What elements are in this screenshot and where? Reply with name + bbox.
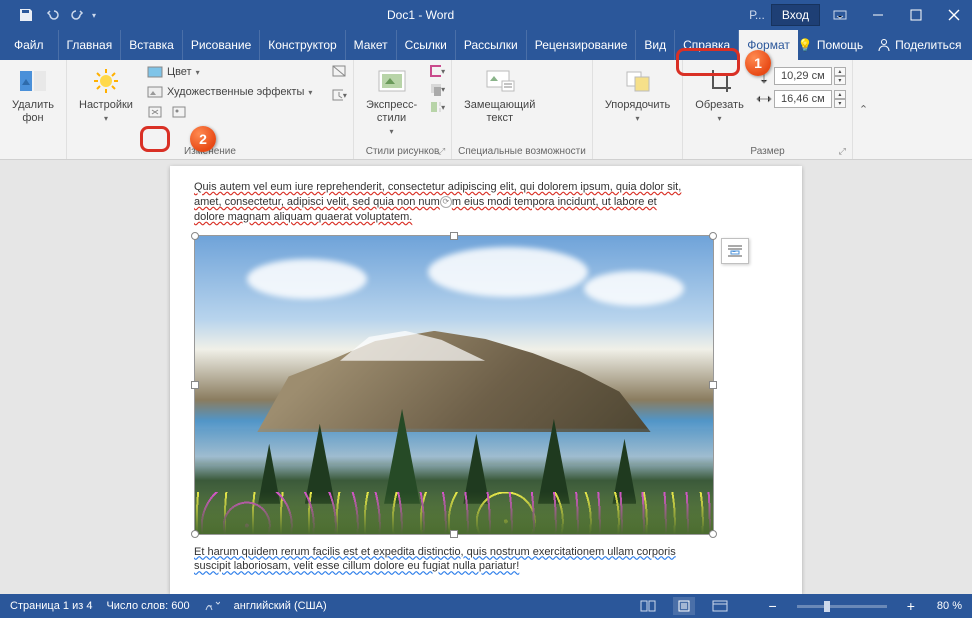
tab-references[interactable]: Ссылки [396, 30, 455, 60]
annotation-box-2 [140, 126, 170, 152]
resize-handle[interactable] [191, 381, 199, 389]
remove-background-button[interactable]: Удалить фон [6, 63, 60, 127]
remove-bg-icon [17, 65, 49, 97]
picture-border-icon[interactable]: ▾ [429, 63, 445, 79]
rotate-handle-icon[interactable]: ⟳ [440, 196, 452, 208]
zoom-slider[interactable] [797, 605, 887, 608]
collapse-ribbon-icon[interactable]: ⌃ [853, 103, 874, 116]
compress-icon[interactable] [147, 104, 163, 120]
page: Quis autem vel eum iure reprehenderit, c… [170, 166, 802, 594]
paragraph: suscipit laboriosam, velit esse cillum d… [194, 559, 778, 574]
read-mode-icon[interactable] [637, 597, 659, 615]
paragraph: dolore magnam aliquam quaerat voluptatem… [194, 210, 778, 225]
group-label-access: Специальные возможности [458, 146, 586, 157]
title-bar: ▾ Doc1 - Word Р... Вход [0, 0, 972, 30]
zoom-in-button[interactable]: + [907, 598, 915, 614]
lightbulb-icon: 💡 [798, 38, 813, 52]
window-title: Doc1 - Word [96, 8, 745, 22]
height-field[interactable]: 10,29 см ▴▾ [756, 67, 846, 85]
document-area[interactable]: Quis autem vel eum iure reprehenderit, c… [0, 160, 972, 594]
zoom-level[interactable]: 80 % [937, 600, 962, 612]
tools-label: Р... [745, 8, 769, 22]
arrange-button[interactable]: Упорядочить▾ [599, 63, 676, 126]
minimize-icon[interactable] [860, 0, 896, 30]
artistic-effects-button[interactable]: Художественные эффекты ▾ [145, 83, 325, 101]
resize-handle[interactable] [709, 381, 717, 389]
brightness-icon [90, 65, 122, 97]
spellcheck-icon[interactable] [204, 598, 220, 615]
tell-me[interactable]: 💡Помощь [798, 38, 863, 52]
paragraph: Et harum quidem rerum facilis est et exp… [194, 545, 778, 560]
web-layout-icon[interactable] [709, 597, 731, 615]
share-button[interactable]: Поделиться [877, 38, 961, 52]
color-icon [147, 64, 163, 80]
arrange-icon [622, 65, 654, 97]
tab-view[interactable]: Вид [635, 30, 674, 60]
tab-mailings[interactable]: Рассылки [455, 30, 526, 60]
reset-picture-icon[interactable]: ▾ [331, 87, 347, 103]
transparency-icon[interactable] [331, 63, 347, 79]
group-label-size: Размер [750, 146, 784, 157]
spin-up-icon[interactable]: ▴ [834, 90, 846, 99]
width-icon [756, 91, 772, 107]
resize-handle[interactable] [709, 530, 717, 538]
status-bar: Страница 1 из 4 Число слов: 600 английск… [0, 594, 972, 618]
picture-effects-icon[interactable]: ▾ [429, 81, 445, 97]
login-button[interactable]: Вход [771, 4, 820, 26]
maximize-icon[interactable] [898, 0, 934, 30]
paragraph: amet, consectetur, adipisci velit, sed q… [194, 195, 778, 210]
redo-icon[interactable] [66, 3, 90, 27]
tab-draw[interactable]: Рисование [182, 30, 259, 60]
change-picture-icon[interactable] [171, 104, 187, 120]
picture-layout-icon[interactable]: ▾ [429, 99, 445, 115]
dialog-launcher-icon[interactable]: ⤢ [438, 146, 445, 157]
close-icon[interactable] [936, 0, 972, 30]
ribbon-options-icon[interactable] [822, 0, 858, 30]
picture-styles-button[interactable]: Экспресс- стили▾ [360, 63, 423, 139]
page-status[interactable]: Страница 1 из 4 [10, 600, 92, 612]
group-label-styles: Стили рисунков [366, 146, 440, 157]
tab-home[interactable]: Главная [58, 30, 121, 60]
resize-handle[interactable] [191, 530, 199, 538]
tab-file[interactable]: Файл [4, 30, 58, 60]
spin-down-icon[interactable]: ▾ [834, 76, 846, 85]
corrections-button[interactable]: Настройки▾ [73, 63, 139, 126]
person-icon [877, 38, 891, 52]
zoom-out-button[interactable]: − [769, 598, 777, 614]
menu-bar: Файл Главная Вставка Рисование Конструкт… [0, 30, 972, 60]
layout-options-button[interactable] [721, 238, 749, 264]
word-count[interactable]: Число слов: 600 [106, 600, 189, 612]
resize-handle[interactable] [709, 232, 717, 240]
width-field[interactable]: 16,46 см ▴▾ [756, 90, 846, 108]
undo-icon[interactable] [40, 3, 64, 27]
annotation-box-1 [676, 48, 740, 76]
inserted-image[interactable] [194, 235, 714, 535]
language-status[interactable]: английский (США) [234, 600, 327, 612]
alt-text-icon [484, 65, 516, 97]
spin-down-icon[interactable]: ▾ [834, 99, 846, 108]
effects-icon [147, 84, 163, 100]
tab-design[interactable]: Конструктор [259, 30, 344, 60]
tab-insert[interactable]: Вставка [120, 30, 182, 60]
alt-text-button[interactable]: Замещающий текст [458, 63, 541, 127]
resize-handle[interactable] [450, 232, 458, 240]
spin-up-icon[interactable]: ▴ [834, 67, 846, 76]
color-button[interactable]: Цвет ▾ [145, 63, 325, 81]
styles-icon [376, 65, 408, 97]
layout-options-icon [726, 243, 744, 259]
save-icon[interactable] [14, 3, 38, 27]
paragraph: Quis autem vel eum iure reprehenderit, c… [194, 180, 778, 195]
annotation-badge-2: 2 [190, 126, 216, 152]
print-layout-icon[interactable] [673, 597, 695, 615]
annotation-badge-1: 1 [745, 50, 771, 76]
dialog-launcher-icon[interactable]: ⤢ [839, 146, 846, 157]
resize-handle[interactable] [450, 530, 458, 538]
tab-review[interactable]: Рецензирование [526, 30, 636, 60]
resize-handle[interactable] [191, 232, 199, 240]
tab-layout[interactable]: Макет [345, 30, 396, 60]
